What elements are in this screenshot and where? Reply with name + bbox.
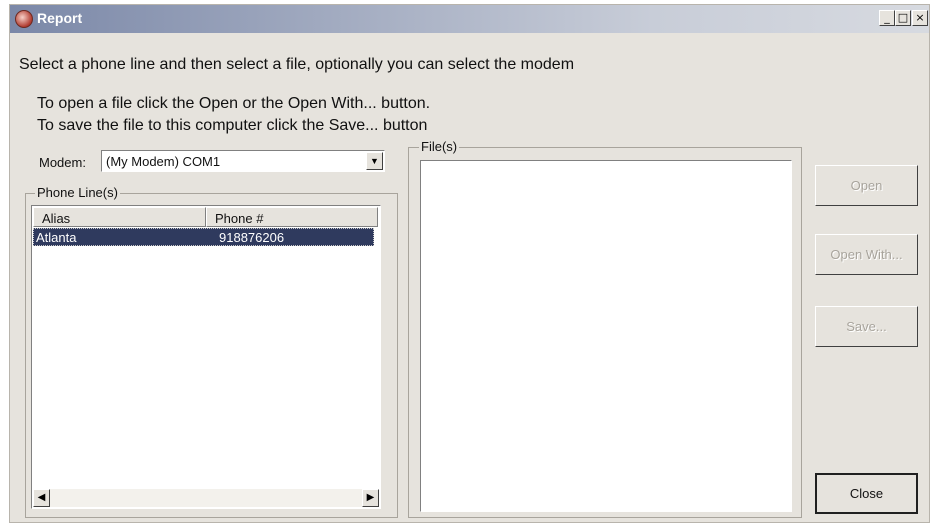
- chevron-down-icon: ▼: [370, 156, 379, 166]
- column-header-alias[interactable]: Alias: [33, 207, 206, 227]
- horizontal-scrollbar[interactable]: ◀ ▶: [33, 489, 379, 507]
- close-button[interactable]: Close: [815, 473, 918, 514]
- chevron-right-icon: ▶: [366, 492, 375, 503]
- maximize-icon: □: [897, 11, 909, 24]
- files-list[interactable]: [420, 160, 792, 512]
- modem-select[interactable]: (My Modem) COM1 ▼: [101, 150, 385, 172]
- title-bar[interactable]: Report _ □ ×: [10, 5, 929, 33]
- row-alias: Atlanta: [36, 230, 77, 245]
- phone-lines-group-label: Phone Line(s): [35, 185, 120, 200]
- instruction-line-1: Select a phone line and then select a fi…: [19, 56, 575, 73]
- scroll-right-button[interactable]: ▶: [362, 489, 379, 507]
- column-header-phone[interactable]: Phone #: [206, 207, 378, 227]
- phone-lines-list[interactable]: Alias Phone # Atlanta 918876206 ◀ ▶: [31, 205, 381, 509]
- close-window-button[interactable]: ×: [912, 10, 928, 26]
- open-with-button[interactable]: Open With...: [815, 234, 918, 275]
- row-phone: 918876206: [219, 230, 285, 245]
- chevron-left-icon: ◀: [37, 492, 46, 503]
- instruction-line-3: To save the file to this computer click …: [37, 117, 428, 134]
- modem-label: Modem:: [39, 155, 86, 170]
- minimize-button[interactable]: _: [879, 10, 895, 26]
- modem-selected-value: (My Modem) COM1: [106, 154, 221, 169]
- window-title: Report: [37, 10, 83, 26]
- table-row[interactable]: Atlanta 918876206: [33, 228, 374, 246]
- instruction-line-2: To open a file click the Open or the Ope…: [37, 95, 431, 112]
- dropdown-arrow-button[interactable]: ▼: [366, 152, 383, 170]
- open-button[interactable]: Open: [815, 165, 918, 206]
- maximize-button[interactable]: □: [895, 10, 911, 26]
- app-icon: [15, 10, 33, 28]
- scroll-left-button[interactable]: ◀: [33, 489, 50, 507]
- minimize-icon: _: [884, 11, 890, 24]
- save-button[interactable]: Save...: [815, 306, 918, 347]
- close-icon: ×: [915, 11, 925, 24]
- files-group-label: File(s): [419, 139, 460, 154]
